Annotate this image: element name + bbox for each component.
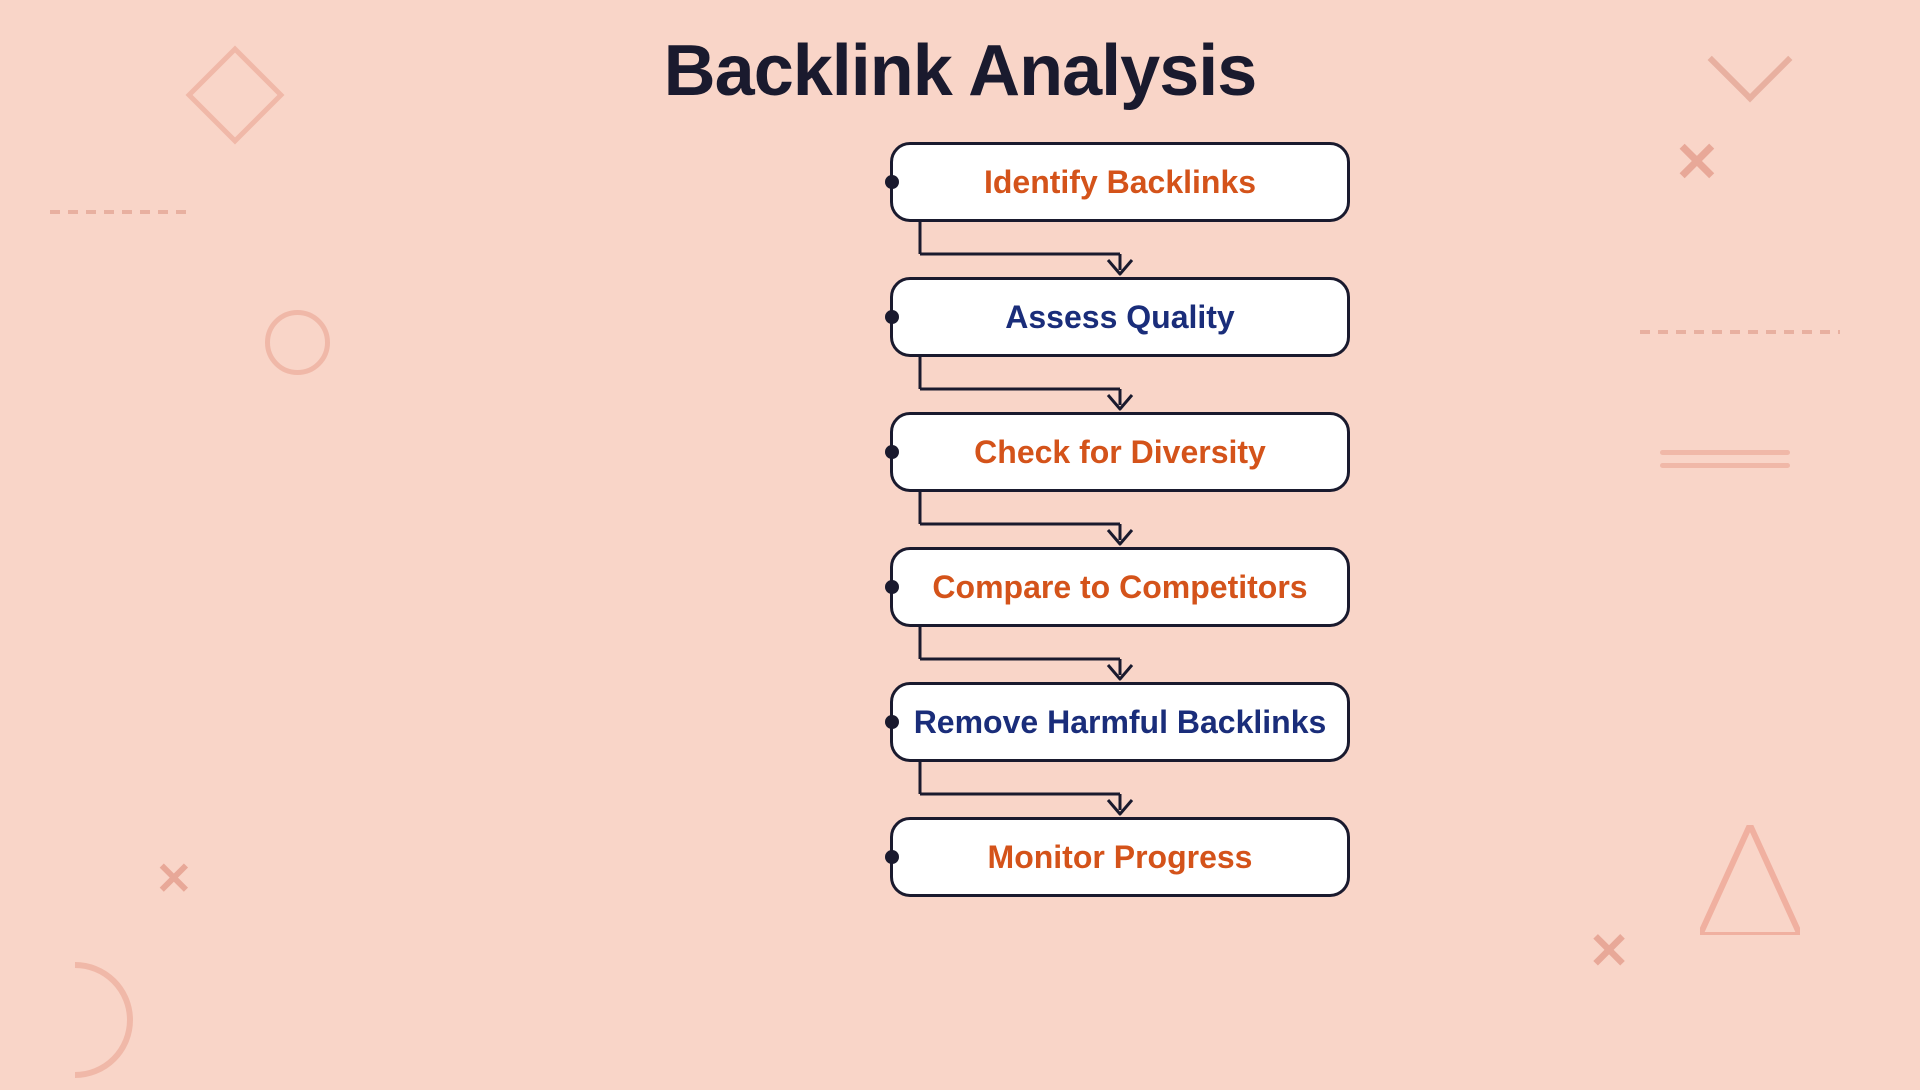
flow-item-2: Assess Quality <box>570 277 1350 357</box>
flow-connector-3 <box>570 492 1350 547</box>
flow-connector-4 <box>570 627 1350 682</box>
main-content: Backlink Analysis Identify Backlinks Ass… <box>570 0 1350 897</box>
flow-box-2: Assess Quality <box>890 277 1350 357</box>
flow-dot-5 <box>885 715 899 729</box>
x-decoration-right-bottom: ✕ <box>1588 922 1630 980</box>
triangle-decoration <box>1700 825 1800 940</box>
flow-dot-3 <box>885 445 899 459</box>
flow-dot-4 <box>885 580 899 594</box>
dash-line-right <box>1640 330 1840 334</box>
flow-dot-1 <box>885 175 899 189</box>
flow-label-6: Monitor Progress <box>988 839 1253 876</box>
flow-label-1: Identify Backlinks <box>984 164 1256 201</box>
flow-label-4: Compare to Competitors <box>932 569 1307 606</box>
diamond-decoration <box>186 46 285 145</box>
flow-item-4: Compare to Competitors <box>570 547 1350 627</box>
lines-decoration-right <box>1660 450 1790 480</box>
flow-connector-2 <box>570 357 1350 412</box>
flow-dot-2 <box>885 310 899 324</box>
flow-item-6: Monitor Progress <box>570 817 1350 897</box>
flow-label-5: Remove Harmful Backlinks <box>914 704 1327 741</box>
flow-label-2: Assess Quality <box>1005 299 1234 336</box>
x-decoration-top-right: ✕ <box>1674 130 1720 194</box>
chevron-decoration <box>1708 18 1793 103</box>
flow-label-3: Check for Diversity <box>974 434 1266 471</box>
flow-item-3: Check for Diversity <box>570 412 1350 492</box>
flow-connector-1 <box>570 222 1350 277</box>
partial-circle-decoration <box>10 955 140 1090</box>
flow-box-6: Monitor Progress <box>890 817 1350 897</box>
flow-box-5: Remove Harmful Backlinks <box>890 682 1350 762</box>
flow-item-1: Identify Backlinks <box>570 142 1350 222</box>
flow-box-3: Check for Diversity <box>890 412 1350 492</box>
flow-container: Identify Backlinks Assess Quality <box>570 142 1350 897</box>
dash-line-left <box>50 210 190 214</box>
circle-decoration-left <box>265 310 330 375</box>
flow-box-1: Identify Backlinks <box>890 142 1350 222</box>
flow-box-4: Compare to Competitors <box>890 547 1350 627</box>
x-decoration-left-bottom: ✕ <box>155 852 193 905</box>
page-title: Backlink Analysis <box>664 30 1257 112</box>
flow-connector-5 <box>570 762 1350 817</box>
flow-item-5: Remove Harmful Backlinks <box>570 682 1350 762</box>
flow-dot-6 <box>885 850 899 864</box>
